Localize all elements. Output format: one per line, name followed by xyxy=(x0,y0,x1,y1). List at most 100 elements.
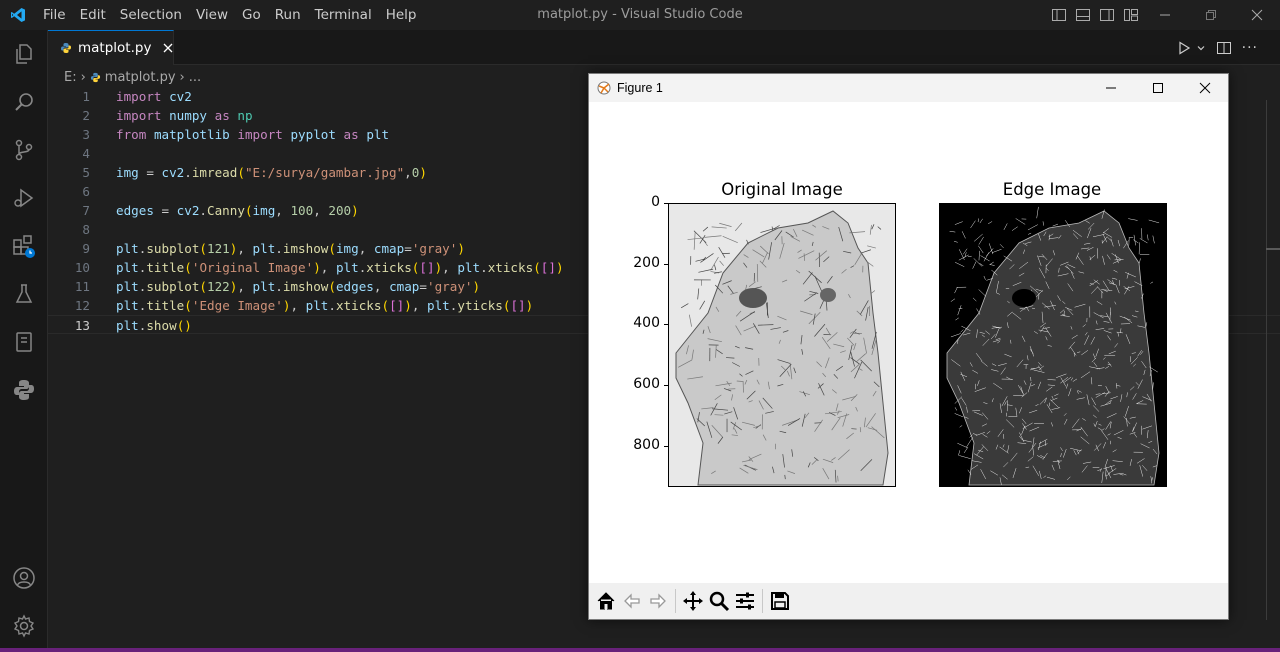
back-arrow-icon[interactable] xyxy=(619,587,645,615)
y-tick-label: 600 xyxy=(633,376,660,393)
save-icon[interactable] xyxy=(767,587,793,615)
axes-title-edge: Edge Image xyxy=(1002,180,1102,199)
figure-title: Figure 1 xyxy=(617,81,663,95)
code-text: plt.subplot(121), plt.imshow(img, cmap='… xyxy=(116,241,465,256)
menu-terminal[interactable]: Terminal xyxy=(308,3,379,27)
search-icon[interactable] xyxy=(0,78,48,126)
code-text: import cv2 xyxy=(116,89,192,104)
close-icon[interactable] xyxy=(1234,0,1280,30)
configure-subplots-icon[interactable] xyxy=(732,587,758,615)
tab-close-icon[interactable] xyxy=(163,43,173,53)
y-tick-mark xyxy=(664,385,668,387)
accounts-icon[interactable] xyxy=(0,554,48,602)
toggle-primary-sidebar-icon[interactable] xyxy=(1050,6,1068,24)
menu-go[interactable]: Go xyxy=(235,3,268,27)
home-icon[interactable] xyxy=(593,587,619,615)
y-tick-label: 400 xyxy=(633,315,660,332)
menu-bar: File Edit Selection View Go Run Terminal… xyxy=(36,0,423,30)
line-number: 12 xyxy=(74,298,90,313)
python-icon[interactable] xyxy=(0,366,48,414)
title-bar: File Edit Selection View Go Run Terminal… xyxy=(0,0,1280,30)
code-text: from matplotlib import pyplot as plt xyxy=(116,127,390,142)
more-actions-icon[interactable]: ··· xyxy=(1242,40,1258,56)
status-bar xyxy=(0,648,1280,652)
window-controls xyxy=(1142,0,1280,30)
code-text: img = cv2.imread("E:/surya/gambar.jpg",0… xyxy=(116,165,427,180)
line-number: 9 xyxy=(82,241,90,256)
chevron-down-icon[interactable] xyxy=(1196,43,1206,53)
layout-controls xyxy=(1050,0,1140,30)
python-file-icon xyxy=(60,39,72,58)
toggle-secondary-sidebar-icon[interactable] xyxy=(1098,6,1116,24)
y-tick-label: 200 xyxy=(633,254,660,271)
menu-edit[interactable]: Edit xyxy=(73,3,113,27)
tab-matplot-py[interactable]: matplot.py xyxy=(48,30,174,65)
figure-window: Figure 1 Original Image 0 200 400 600 800 Ed… xyxy=(588,73,1229,620)
code-text: import numpy as np xyxy=(116,108,253,123)
code-text: edges = cv2.Canny(img, 100, 200) xyxy=(116,203,359,218)
forward-arrow-icon[interactable] xyxy=(645,587,671,615)
line-number: 3 xyxy=(82,127,90,142)
toolbar-separator xyxy=(762,589,763,613)
axes-title-original: Original Image xyxy=(721,180,843,199)
pan-icon[interactable] xyxy=(680,587,706,615)
line-number: 11 xyxy=(74,279,90,294)
code-text: plt.subplot(122), plt.imshow(edges, cmap… xyxy=(116,279,481,294)
extensions-icon[interactable] xyxy=(0,222,48,270)
menu-view[interactable]: View xyxy=(189,3,235,27)
figure-window-controls xyxy=(1087,74,1228,102)
testing-icon[interactable] xyxy=(0,270,48,318)
y-tick-mark xyxy=(664,263,668,265)
restore-icon[interactable] xyxy=(1188,0,1234,30)
split-editor-icon[interactable] xyxy=(1216,40,1232,56)
breadcrumb-file[interactable]: matplot.py xyxy=(105,70,176,85)
menu-file[interactable]: File xyxy=(36,3,73,27)
zoom-icon[interactable] xyxy=(706,587,732,615)
menu-selection[interactable]: Selection xyxy=(113,3,189,27)
manage-gear-icon[interactable] xyxy=(0,602,48,650)
code-text: plt.title('Original Image'), plt.xticks(… xyxy=(116,260,564,275)
breadcrumb-drive[interactable]: E: xyxy=(64,70,77,85)
line-number: 7 xyxy=(82,203,90,218)
line-number: 13 xyxy=(74,318,90,333)
matplotlib-logo-icon xyxy=(597,81,611,95)
chevron-right-icon: › xyxy=(80,69,86,85)
menu-help[interactable]: Help xyxy=(379,3,424,27)
notebooks-icon[interactable] xyxy=(0,318,48,366)
toolbar-separator xyxy=(675,589,676,613)
line-number: 6 xyxy=(82,184,90,199)
menu-run[interactable]: Run xyxy=(268,3,308,27)
line-number: 10 xyxy=(74,260,90,275)
run-and-debug-icon[interactable] xyxy=(0,174,48,222)
activity-bar xyxy=(0,30,48,650)
editor-ruler xyxy=(1266,100,1267,620)
explorer-icon[interactable] xyxy=(0,30,48,78)
line-number: 5 xyxy=(82,165,90,180)
line-number: 2 xyxy=(82,108,90,123)
code-text: plt.show() xyxy=(116,318,192,333)
edge-image xyxy=(939,203,1167,487)
figure-minimize-icon[interactable] xyxy=(1087,74,1134,102)
y-tick-mark xyxy=(664,324,668,326)
figure-toolbar xyxy=(589,583,1228,619)
breadcrumb-more[interactable]: ... xyxy=(189,70,201,85)
source-control-icon[interactable] xyxy=(0,126,48,174)
figure-close-icon[interactable] xyxy=(1181,74,1228,102)
editor-actions: ··· xyxy=(1176,30,1258,65)
tab-label: matplot.py xyxy=(78,40,152,56)
breadcrumb: E: › matplot.py › ... xyxy=(64,67,201,87)
minimize-icon[interactable] xyxy=(1142,0,1188,30)
figure-canvas[interactable]: Original Image 0 200 400 600 800 Edge Image xyxy=(589,102,1228,583)
figure-maximize-icon[interactable] xyxy=(1134,74,1181,102)
figure-title-bar: Figure 1 xyxy=(589,74,1228,102)
vscode-logo-icon xyxy=(0,0,36,30)
code-text: plt.title('Edge Image'), plt.xticks([]),… xyxy=(116,298,534,313)
customize-layout-icon[interactable] xyxy=(1122,6,1140,24)
toggle-panel-icon[interactable] xyxy=(1074,6,1092,24)
run-python-file-icon[interactable] xyxy=(1176,40,1192,56)
chevron-right-icon: › xyxy=(179,69,185,85)
line-number: 8 xyxy=(82,222,90,237)
editor-tab-bar: matplot.py ··· xyxy=(48,30,1280,65)
y-tick-mark xyxy=(664,445,668,447)
scrollbar-marker[interactable] xyxy=(1266,248,1280,250)
